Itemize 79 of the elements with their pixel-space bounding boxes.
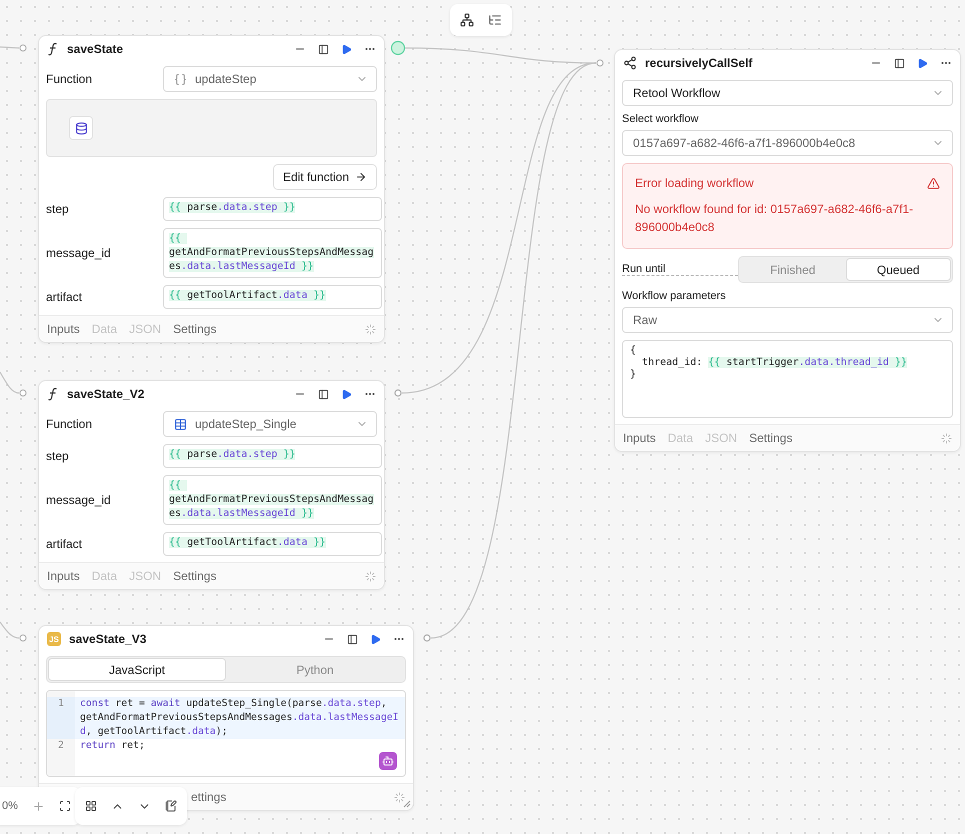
graph-layout-icon[interactable] [460, 13, 474, 27]
code-line: } [630, 369, 638, 381]
arrow-right-icon [355, 171, 367, 183]
resize-handle-icon[interactable] [403, 800, 411, 808]
panel-icon[interactable] [347, 634, 358, 644]
code-editor[interactable]: 1 const ret = await updateStep_Single(parse.data.step, getAndFormatPreviousStepsAndMessages.data.lastMessageId, getToolArtifact.data); 2 return ret; [46, 690, 406, 777]
params-mode-select[interactable]: Raw [622, 307, 953, 333]
node-title: recursivelyCallSelf [645, 56, 754, 70]
code-line: const ret = await updateStep_Single(parse.data.step, getAndFormatPreviousStepsAndMessages.data.lastMessageId, getToolArtifact.data); [79, 697, 400, 739]
param-input[interactable]: {{ getToolArtifact.data }} [163, 532, 382, 556]
robot-icon[interactable] [379, 752, 397, 770]
function-icon [47, 42, 59, 56]
line-number: 1 [47, 697, 75, 739]
error-title: Error loading workflow [635, 176, 754, 190]
param-input[interactable]: {{ getAndFormatPreviousStepsAndMessages.data.lastMessageId }} [163, 475, 382, 525]
tree-layout-icon[interactable] [488, 13, 502, 27]
footer-tab[interactable]: Inputs [623, 431, 656, 445]
param-label: step [46, 202, 70, 216]
param-input[interactable]: {{ parse.data.step }} [163, 197, 382, 221]
footer-tab[interactable]: Inputs [47, 322, 80, 336]
field-label: Workflow parameters [622, 290, 727, 302]
braces-icon [174, 72, 187, 86]
code-line: return ret; [79, 739, 146, 753]
panel-icon[interactable] [318, 388, 329, 400]
field-label: Function [46, 72, 94, 86]
run-until-option[interactable]: Queued [846, 258, 951, 281]
language-tab[interactable]: Python [226, 658, 404, 681]
connector-line [0, 46, 20, 49]
param-label: artifact [46, 290, 84, 304]
connector-line [0, 372, 20, 394]
connector-line [0, 622, 20, 639]
footer-tab[interactable]: Settings [173, 569, 216, 583]
param-label: artifact [46, 537, 84, 551]
workflow-select[interactable]: 0157a697-a682-46f6-a7f1-896000b4e0c8 [622, 130, 953, 156]
notes-icon[interactable] [165, 800, 177, 812]
footer-tab[interactable]: Inputs [47, 569, 80, 583]
status-icon [365, 324, 376, 334]
param-input[interactable]: {{ getAndFormatPreviousStepsAndMessages.data.lastMessageId }} [163, 228, 382, 278]
database-icon [69, 116, 93, 140]
code-line: thread_id: {{ startTrigger.data.thread_id }} [641, 357, 908, 369]
language-tab[interactable]: JavaScript [48, 658, 226, 681]
footer-tab[interactable]: Settings [749, 431, 792, 445]
panel-icon[interactable] [894, 58, 905, 68]
node-title: saveState_V3 [69, 632, 148, 646]
play-icon[interactable] [370, 634, 381, 644]
play-icon[interactable] [341, 388, 352, 400]
status-icon [394, 792, 405, 802]
edit-function-button[interactable]: Edit function [272, 164, 377, 190]
param-label: message_id [46, 493, 112, 507]
play-icon[interactable] [341, 44, 352, 54]
param-label: step [46, 449, 70, 463]
function-select[interactable]: updateStep [163, 66, 377, 92]
node-title: saveState_V2 [67, 387, 146, 401]
footer-tab[interactable]: ettings [191, 790, 226, 804]
field-label: Function [46, 417, 94, 431]
footer-tab[interactable]: Settings [173, 322, 216, 336]
zoom-level: 0% [2, 800, 18, 812]
fit-view-icon[interactable] [58, 800, 71, 812]
grid-icon[interactable] [85, 800, 97, 812]
param-label: message_id [46, 246, 112, 260]
play-icon[interactable] [917, 58, 928, 68]
error-message: No workflow found for id: 0157a697-a682-46f6-a7f1-896000b4e0c8 [635, 201, 914, 236]
status-icon [365, 570, 376, 582]
function-select[interactable]: updateStep_Single [163, 411, 377, 437]
panel-icon[interactable] [318, 44, 329, 54]
resource-select[interactable]: Retool Workflow [622, 80, 953, 106]
param-input[interactable]: {{ getToolArtifact.data }} [163, 285, 382, 309]
table-icon [174, 418, 187, 430]
param-input[interactable]: {{ parse.data.step }} [163, 444, 382, 468]
status-icon [941, 432, 952, 444]
run-until-option[interactable]: Finished [740, 258, 846, 281]
function-icon [47, 387, 59, 401]
warning-icon [927, 176, 940, 190]
code-line: { [630, 345, 638, 357]
share-icon [623, 56, 637, 70]
field-label: Select workflow [622, 113, 700, 125]
params-editor[interactable]: { thread_id: {{ startTrigger.data.thread_id }} } [622, 340, 953, 418]
node-title: saveState [67, 42, 124, 56]
javascript-badge: JS [47, 632, 61, 646]
